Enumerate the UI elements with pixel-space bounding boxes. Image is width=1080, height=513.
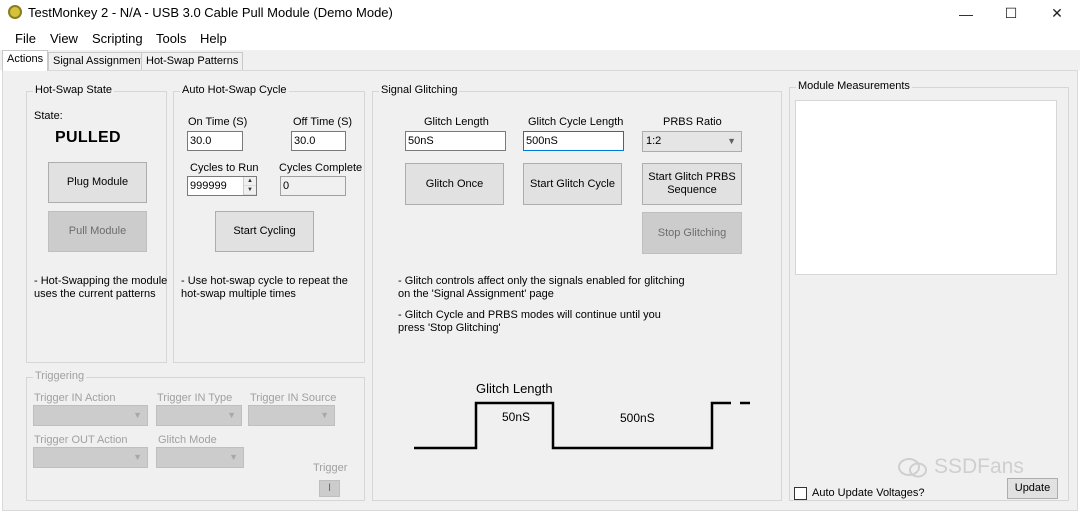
menu-view[interactable]: View (50, 31, 78, 46)
update-button[interactable]: Update (1007, 478, 1058, 499)
diagram-title: Glitch Length (476, 381, 553, 396)
waveform-line (414, 401, 731, 450)
trigger-out-action-label: Trigger OUT Action (34, 434, 128, 446)
auto-update-checkbox[interactable] (794, 487, 807, 500)
start-glitch-cycle-button[interactable]: Start Glitch Cycle (523, 163, 622, 205)
trigger-in-action-select[interactable]: ▼ (33, 405, 148, 426)
plug-module-button[interactable]: Plug Module (48, 162, 147, 203)
chevron-down-icon: ▼ (320, 410, 329, 420)
trigger-in-type-label: Trigger IN Type (157, 392, 233, 404)
glitch-note-1: - Glitch controls affect only the signal… (398, 275, 685, 300)
prbs-ratio-label: PRBS Ratio (663, 116, 722, 128)
off-time-input[interactable] (291, 131, 346, 151)
cycles-spinner[interactable]: ▲ ▼ (243, 177, 256, 195)
start-glitch-prbs-button[interactable]: Start Glitch PRBS Sequence (642, 163, 742, 205)
off-time-label: Off Time (S) (293, 116, 353, 128)
trigger-label: Trigger (313, 462, 348, 474)
chevron-down-icon: ▼ (133, 410, 142, 420)
chevron-down-icon: ▼ (133, 452, 142, 462)
menu-help[interactable]: Help (200, 31, 227, 46)
trigger-in-type-select[interactable]: ▼ (156, 405, 242, 426)
cycles-to-run-label: Cycles to Run (190, 162, 259, 174)
glitch-mode-select[interactable]: ▼ (156, 447, 244, 468)
trigger-in-source-label: Trigger IN Source (250, 392, 337, 404)
window-title: TestMonkey 2 - N/A - USB 3.0 Cable Pull … (28, 5, 393, 20)
hot-swap-note: - Hot-Swapping the module uses the curre… (34, 275, 168, 300)
glitch-mode-label: Glitch Mode (158, 434, 217, 446)
ssdfans-watermark: SSDFans (934, 455, 1024, 478)
trigger-button[interactable]: I (319, 480, 340, 497)
prbs-ratio-value: 1:2 (646, 135, 662, 147)
on-time-label: On Time (S) (188, 116, 248, 128)
pull-module-button[interactable]: Pull Module (48, 211, 147, 252)
menu-tools[interactable]: Tools (156, 31, 186, 46)
auto-cycle-note: - Use hot-swap cycle to repeat the hot-s… (181, 275, 348, 300)
on-time-input[interactable] (187, 131, 243, 151)
close-button[interactable]: ✕ (1034, 0, 1080, 27)
module-measurements-title: Module Measurements (796, 80, 912, 92)
minimize-button[interactable]: — (943, 0, 989, 27)
chevron-down-icon: ▼ (229, 452, 238, 462)
cycles-complete-label: Cycles Complete (279, 162, 363, 174)
tab-actions[interactable]: Actions (2, 50, 49, 71)
wechat-icon (898, 457, 928, 479)
menu-scripting[interactable]: Scripting (92, 31, 143, 46)
glitch-note-2: - Glitch Cycle and PRBS modes will conti… (398, 309, 661, 334)
glitch-length-input[interactable] (405, 131, 506, 151)
tab-signal-assignment[interactable]: Signal Assignment (48, 52, 149, 70)
signal-glitching-title: Signal Glitching (379, 84, 460, 96)
tab-hot-swap-patterns[interactable]: Hot-Swap Patterns (141, 52, 244, 70)
glitch-waveform-diagram (414, 401, 750, 450)
trigger-in-source-select[interactable]: ▼ (248, 405, 335, 426)
triggering-title: Triggering (33, 370, 87, 382)
stop-glitching-button[interactable]: Stop Glitching (642, 212, 742, 254)
auto-cycle-title: Auto Hot-Swap Cycle (180, 84, 289, 96)
glitch-cycle-length-label: Glitch Cycle Length (528, 116, 624, 128)
trigger-in-action-label: Trigger IN Action (34, 392, 116, 404)
start-cycling-button[interactable]: Start Cycling (215, 211, 314, 252)
hot-swap-state-title: Hot-Swap State (33, 84, 115, 96)
glitch-length-label: Glitch Length (424, 116, 489, 128)
spin-down-icon[interactable]: ▼ (244, 186, 256, 195)
glitch-cycle-length-input[interactable] (523, 131, 624, 151)
monkey-app-icon (8, 5, 22, 19)
trigger-out-action-select[interactable]: ▼ (33, 447, 148, 468)
chevron-down-icon: ▼ (227, 410, 236, 420)
measurements-list (795, 100, 1057, 275)
prbs-ratio-select[interactable]: 1:2 ▼ (642, 131, 742, 152)
auto-update-label[interactable]: Auto Update Voltages? (812, 487, 925, 499)
menu-file[interactable]: File (15, 31, 36, 46)
state-value: PULLED (55, 129, 121, 146)
chevron-down-icon: ▼ (727, 136, 736, 146)
spin-up-icon[interactable]: ▲ (244, 177, 256, 186)
state-label: State: (34, 110, 63, 122)
glitch-once-button[interactable]: Glitch Once (405, 163, 504, 205)
cycles-complete-field (280, 176, 346, 196)
maximize-button[interactable]: ☐ (988, 0, 1034, 27)
